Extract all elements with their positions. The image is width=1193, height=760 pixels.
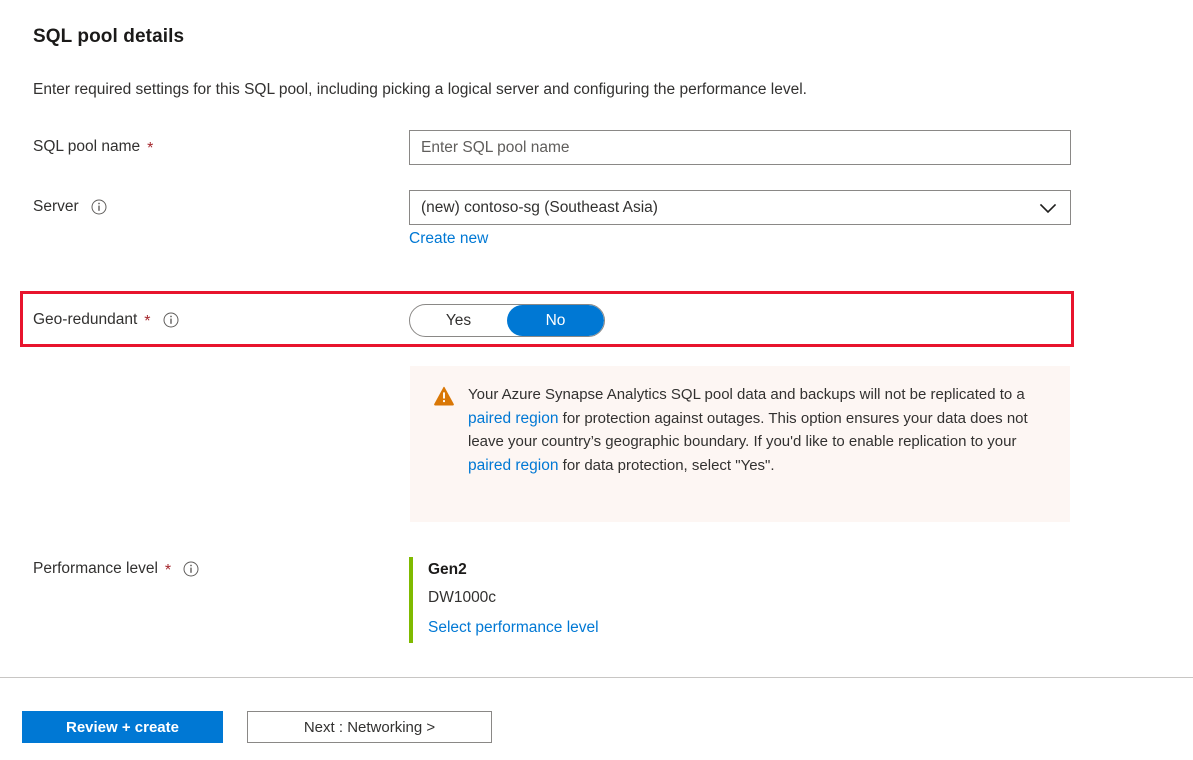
paired-region-link-2[interactable]: paired region	[468, 457, 558, 474]
warning-text-part-1: Your Azure Synapse Analytics SQL pool da…	[468, 386, 1025, 403]
geo-redundant-option-yes[interactable]: Yes	[410, 305, 507, 336]
create-new-server-link[interactable]: Create new	[409, 230, 488, 248]
paired-region-link-1[interactable]: paired region	[468, 410, 558, 427]
page-description: Enter required settings for this SQL poo…	[33, 81, 807, 99]
geo-redundant-label: Geo-redundant *	[33, 311, 179, 329]
sql-pool-name-label: SQL pool name *	[33, 138, 153, 156]
sql-pool-details-page: SQL pool details Enter required settings…	[0, 0, 1193, 760]
required-asterisk: *	[147, 141, 153, 157]
next-networking-button[interactable]: Next : Networking >	[247, 711, 492, 743]
warning-text: Your Azure Synapse Analytics SQL pool da…	[468, 383, 1052, 506]
warning-text-part-3: for data protection, select "Yes".	[558, 457, 774, 474]
geo-redundant-label-text: Geo-redundant	[33, 311, 137, 329]
performance-level-label-text: Performance level	[33, 560, 158, 578]
warning-triangle-icon	[434, 386, 454, 406]
sql-pool-name-label-text: SQL pool name	[33, 138, 140, 156]
performance-level-card: Gen2 DW1000c Select performance level	[409, 557, 809, 643]
geo-redundant-option-no[interactable]: No	[507, 305, 604, 336]
review-create-button[interactable]: Review + create	[22, 711, 223, 743]
geo-redundant-toggle[interactable]: Yes No	[409, 304, 605, 337]
info-icon[interactable]	[183, 561, 199, 577]
page-title: SQL pool details	[33, 26, 184, 48]
chevron-down-icon	[1037, 197, 1059, 219]
performance-sku: DW1000c	[428, 583, 809, 613]
footer-divider	[0, 677, 1193, 678]
info-icon[interactable]	[91, 199, 107, 215]
server-label-text: Server	[33, 198, 79, 216]
sql-pool-name-input[interactable]	[409, 130, 1071, 165]
server-dropdown[interactable]: (new) contoso-sg (Southeast Asia)	[409, 190, 1071, 225]
server-dropdown-value: (new) contoso-sg (Southeast Asia)	[421, 199, 1037, 217]
server-label: Server	[33, 198, 107, 216]
info-icon[interactable]	[163, 312, 179, 328]
performance-level-label: Performance level *	[33, 560, 199, 578]
required-asterisk: *	[144, 314, 150, 330]
geo-redundant-warning-banner: Your Azure Synapse Analytics SQL pool da…	[410, 366, 1070, 522]
select-performance-level-link[interactable]: Select performance level	[428, 613, 599, 643]
performance-tier: Gen2	[428, 557, 809, 583]
required-asterisk: *	[165, 563, 171, 579]
